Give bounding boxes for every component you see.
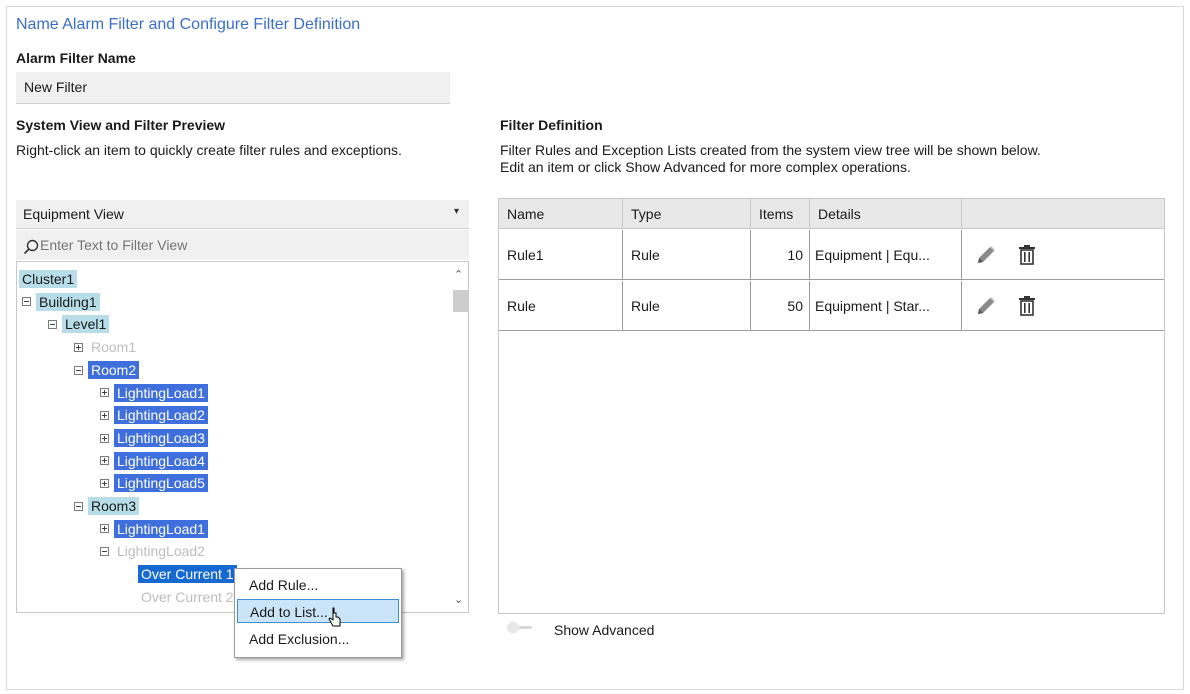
cell-name: Rule [499, 281, 623, 331]
tree-node[interactable]: Room2 [74, 360, 140, 382]
expand-icon[interactable] [100, 410, 109, 420]
tree-node-label: Room3 [88, 497, 140, 515]
menu-item-add-exclusion[interactable]: Add Exclusion... [237, 627, 399, 651]
table-row[interactable]: Rule1 Rule 10 Equipment | Equ... [499, 230, 1164, 280]
filter-definition-table: Name Type Items Details Rule1 Rule 10 Eq… [498, 198, 1165, 614]
tree-node[interactable]: Building1 [22, 292, 100, 314]
filter-name-input[interactable]: New Filter [16, 72, 450, 104]
tree-node-label: Building1 [36, 292, 100, 311]
scroll-down-icon[interactable]: ⌄ [454, 593, 463, 606]
tree-node[interactable]: Over Current 1 [138, 564, 237, 586]
table-row[interactable]: Rule Rule 50 Equipment | Star... [499, 281, 1164, 331]
tree-node[interactable]: LightingLoad2 [100, 541, 208, 563]
view-select[interactable]: Equipment View ▾ [16, 200, 469, 229]
tree-node-label: Over Current 1 [138, 565, 237, 584]
cell-items: 50 [751, 281, 810, 331]
search-icon [23, 239, 39, 255]
show-advanced-label[interactable]: Show Advanced [554, 622, 654, 638]
collapse-icon[interactable] [74, 365, 83, 375]
tree-node-label: LightingLoad4 [114, 451, 208, 470]
filter-view-box [16, 230, 469, 260]
cell-type: Rule [623, 281, 751, 331]
system-view-title: System View and Filter Preview [16, 117, 226, 133]
column-header-details[interactable]: Details [810, 199, 962, 229]
tree-node[interactable]: Room3 [74, 496, 140, 518]
collapse-icon[interactable] [100, 547, 109, 557]
system-view-description: Right-click an item to quickly create fi… [16, 142, 402, 158]
tree-node[interactable]: LightingLoad2 [100, 405, 208, 427]
column-header-actions [962, 199, 1164, 229]
expand-icon[interactable] [74, 342, 83, 352]
tree-node[interactable]: Room1 [74, 337, 139, 359]
view-select-value: Equipment View [23, 206, 124, 222]
tree-node[interactable]: Over Current 3 [138, 610, 237, 613]
filter-view-input[interactable] [40, 230, 460, 260]
chevron-down-icon: ▾ [453, 206, 459, 217]
pencil-icon[interactable] [975, 295, 997, 317]
cell-type: Rule [623, 230, 751, 280]
expand-icon[interactable] [100, 433, 109, 443]
column-header-items[interactable]: Items [751, 199, 810, 229]
expand-icon[interactable] [100, 524, 109, 534]
tree-node-label: Level1 [62, 315, 110, 334]
tree-node-label: LightingLoad3 [114, 428, 208, 447]
tree-node[interactable]: Cluster1 [19, 269, 78, 291]
tree-node-label: Room2 [88, 360, 140, 379]
expand-icon[interactable] [100, 479, 109, 489]
system-tree[interactable]: Cluster1 Building1 Level1 Room1 Room2 Lightin… [16, 261, 469, 613]
context-menu: Add Rule... Add to List... Add Exclusion… [234, 568, 402, 658]
expand-icon[interactable] [100, 388, 109, 398]
tree-node[interactable]: LightingLoad3 [100, 428, 208, 450]
trash-icon[interactable] [1017, 295, 1037, 317]
cell-items: 10 [751, 230, 810, 280]
show-advanced-toggle[interactable] [504, 619, 534, 637]
tree-node-label: Cluster1 [19, 270, 78, 288]
tree-node[interactable]: LightingLoad1 [100, 383, 208, 405]
tree-node-label: LightingLoad1 [114, 383, 208, 402]
tree-node-label: LightingLoad1 [114, 519, 208, 538]
filter-definition-description-2: Edit an item or click Show Advanced for … [500, 159, 911, 175]
collapse-icon[interactable] [22, 297, 31, 307]
tree-node[interactable]: Level1 [48, 314, 110, 336]
mouse-cursor-icon [328, 607, 341, 627]
tree-node-label: Over Current 3 [138, 611, 237, 613]
table-header: Name Type Items Details [499, 199, 1164, 229]
menu-item-add-to-list[interactable]: Add to List... [237, 599, 399, 623]
filter-name-label: Alarm Filter Name [16, 50, 136, 66]
tree-node[interactable]: LightingLoad1 [100, 519, 208, 541]
tree-node-label: Over Current 2 [141, 588, 234, 605]
column-header-type[interactable]: Type [623, 199, 751, 229]
tree-node-label: LightingLoad5 [114, 474, 208, 493]
collapse-icon[interactable] [74, 501, 83, 511]
tree-node[interactable]: Over Current 2 [138, 587, 237, 609]
tree-node[interactable]: LightingLoad4 [100, 451, 208, 473]
trash-icon[interactable] [1017, 244, 1037, 266]
collapse-icon[interactable] [48, 320, 57, 330]
scroll-thumb[interactable] [453, 290, 468, 312]
page-title: Name Alarm Filter and Configure Filter D… [16, 16, 361, 33]
tree-node-label: Room1 [91, 339, 137, 356]
column-header-name[interactable]: Name [499, 199, 623, 229]
pencil-icon[interactable] [975, 244, 997, 266]
scroll-up-icon[interactable]: ⌃ [454, 268, 463, 281]
expand-icon[interactable] [100, 456, 109, 466]
cell-details: Equipment | Equ... [810, 230, 962, 280]
tree-node-label: LightingLoad2 [117, 543, 205, 560]
tree-node-label: LightingLoad2 [114, 406, 208, 425]
menu-item-add-rule[interactable]: Add Rule... [237, 573, 399, 597]
tree-scrollbar[interactable]: ⌃ ⌄ [451, 262, 468, 612]
filter-definition-title: Filter Definition [500, 117, 603, 133]
tree-node[interactable]: LightingLoad5 [100, 473, 208, 495]
filter-definition-description-1: Filter Rules and Exception Lists created… [500, 142, 1041, 158]
cell-name: Rule1 [499, 230, 623, 280]
cell-details: Equipment | Star... [810, 281, 962, 331]
